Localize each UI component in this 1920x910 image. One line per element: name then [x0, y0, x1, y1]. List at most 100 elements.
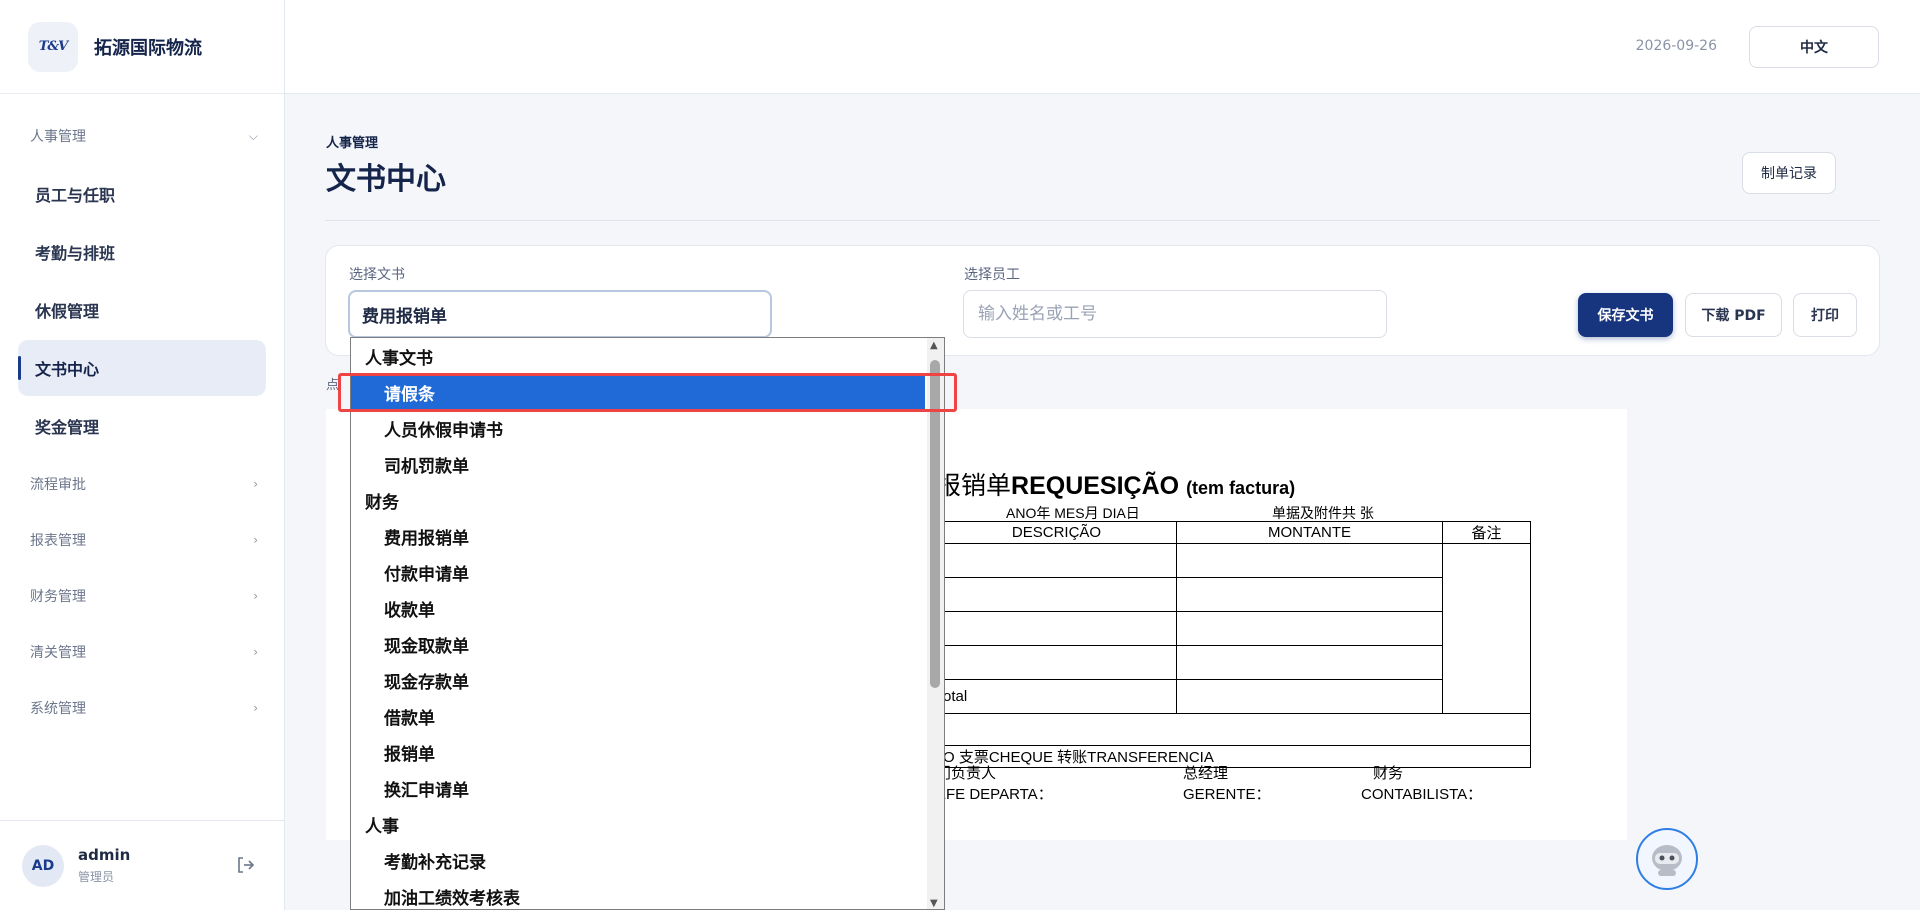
- document-select-label: 选择文书: [349, 267, 405, 283]
- table-row: [936, 577, 1531, 612]
- payment-method-line: O 支票CHEQUE 转账TRANSFERENCIA: [936, 745, 1531, 768]
- brand: T&V 拓源国际物流: [0, 0, 284, 94]
- divider: [325, 220, 1880, 221]
- signature-cn-finance: 财务: [1373, 765, 1404, 782]
- chevron-down-icon: ⌵: [248, 128, 258, 143]
- avatar: AD: [22, 844, 64, 887]
- document-title: 报销单REQUESIÇÃO (tem factura): [936, 466, 1295, 502]
- logout-icon[interactable]: [235, 855, 255, 875]
- signature-cn-dept: 门负责人: [936, 765, 997, 782]
- sidebar: T&V 拓源国际物流 人事管理 ⌵ 员工与任职 考勤与排班 休假管理 文书中心 …: [0, 0, 285, 910]
- sidebar-item-bonus[interactable]: 奖金管理: [18, 398, 266, 454]
- dropdown-option[interactable]: 收款单: [351, 590, 944, 626]
- print-button[interactable]: 打印: [1793, 293, 1857, 337]
- assistant-robot-button[interactable]: [1636, 828, 1698, 890]
- table-row: O 支票CHEQUE 转账TRANSFERENCIA: [936, 745, 1531, 768]
- document-table: DESCRIÇÃO MONTANTE 备注 otal O 支票CHEQUE 转账…: [936, 521, 1531, 768]
- user-panel: AD admin 管理员: [0, 820, 285, 910]
- sidebar-item-documents[interactable]: 文书中心: [18, 340, 266, 396]
- sidebar-item-label: 奖金管理: [35, 418, 100, 437]
- sidebar-item-label: 员工与任职: [35, 186, 116, 205]
- sidebar-group-finance[interactable]: 财务管理 ›: [0, 568, 284, 624]
- signature-cn-manager: 总经理: [1183, 765, 1229, 782]
- table-row: [936, 645, 1531, 680]
- table-row: [936, 713, 1531, 746]
- sidebar-item-label: 考勤与排班: [35, 244, 116, 263]
- sidebar-group-hr[interactable]: 人事管理 ⌵: [0, 108, 284, 164]
- chevron-right-icon: ›: [253, 533, 258, 547]
- table-row: otal: [936, 679, 1531, 714]
- sidebar-nav: 人事管理 ⌵ 员工与任职 考勤与排班 休假管理 文书中心 奖金管理 流程审批 ›…: [0, 94, 284, 736]
- dropdown-option[interactable]: 换汇申请单: [351, 770, 944, 806]
- document-title-pt: REQUESIÇÃO: [1011, 472, 1180, 500]
- sidebar-item-leave[interactable]: 休假管理: [18, 282, 266, 338]
- sidebar-group-label: 流程审批: [30, 477, 86, 493]
- dropdown-option[interactable]: 付款申请单: [351, 554, 944, 590]
- dropdown-group-hr: 人事: [365, 816, 399, 837]
- brand-name: 拓源国际物流: [94, 37, 202, 59]
- signature-pt-finance: CONTABILISTA：: [1361, 786, 1483, 803]
- page-title: 文书中心: [326, 162, 446, 197]
- dropdown-option[interactable]: 司机罚款单: [351, 446, 944, 482]
- dropdown-option[interactable]: 考勤补充记录: [351, 842, 944, 878]
- user-info: admin 管理员: [78, 846, 130, 885]
- scroll-up-icon[interactable]: ▲: [930, 340, 938, 351]
- employee-input-label: 选择员工: [964, 267, 1020, 283]
- dropdown-scrollbar[interactable]: ▲ ▼: [927, 338, 944, 909]
- scroll-down-icon[interactable]: ▼: [930, 898, 938, 909]
- chevron-right-icon: ›: [253, 701, 258, 715]
- sidebar-item-employees[interactable]: 员工与任职: [18, 166, 266, 222]
- dropdown-option[interactable]: 人员休假申请书: [351, 410, 944, 446]
- sidebar-group-reports[interactable]: 报表管理 ›: [0, 512, 284, 568]
- employee-search-input[interactable]: [963, 290, 1387, 338]
- document-title-cn: 报销单: [936, 472, 1012, 500]
- save-document-button[interactable]: 保存文书: [1578, 293, 1673, 337]
- selection-highlight-box: [338, 373, 957, 412]
- language-button[interactable]: 中文: [1749, 26, 1879, 68]
- document-type-dropdown[interactable]: 人事文书 请假条 人员休假申请书 司机罚款单 财务 费用报销单 付款申请单 收款…: [350, 337, 945, 910]
- sidebar-group-system[interactable]: 系统管理 ›: [0, 680, 284, 736]
- sidebar-group-label: 人事管理: [30, 129, 86, 145]
- dropdown-option[interactable]: 现金取款单: [351, 626, 944, 662]
- table-row: [936, 543, 1531, 714]
- chevron-right-icon: ›: [253, 477, 258, 491]
- signature-pt-dept: EFE DEPARTA：: [936, 786, 1053, 803]
- table-header-description: DESCRIÇÃO: [936, 521, 1177, 544]
- dropdown-option[interactable]: 费用报销单: [351, 518, 944, 554]
- chevron-right-icon: ›: [253, 589, 258, 603]
- document-title-note: (tem factura): [1186, 478, 1296, 498]
- sidebar-item-label: 文书中心: [35, 360, 100, 379]
- sidebar-group-label: 财务管理: [30, 589, 86, 605]
- sidebar-group-label: 系统管理: [30, 701, 86, 717]
- dropdown-group-finance: 财务: [365, 492, 399, 513]
- sidebar-item-label: 休假管理: [35, 302, 100, 321]
- robot-icon: [1652, 845, 1682, 876]
- dropdown-option[interactable]: 现金存款单: [351, 662, 944, 698]
- user-role: 管理员: [78, 870, 115, 884]
- current-date: 2026-09-26: [1635, 38, 1717, 54]
- sidebar-group-label: 清关管理: [30, 645, 86, 661]
- user-name: admin: [78, 846, 131, 864]
- sidebar-group-customs[interactable]: 清关管理 ›: [0, 624, 284, 680]
- document-date-line: ANO年 MES月 DIA日: [1006, 505, 1140, 521]
- chevron-right-icon: ›: [253, 645, 258, 659]
- brand-logo: T&V: [28, 21, 78, 72]
- record-history-button[interactable]: 制单记录: [1742, 152, 1836, 194]
- table-total-label: otal: [936, 679, 1177, 714]
- logo-text: T&V: [38, 39, 68, 54]
- sidebar-item-attendance[interactable]: 考勤与排班: [18, 224, 266, 280]
- document-attachment-line: 单据及附件共 张: [1272, 505, 1374, 521]
- dropdown-option[interactable]: 借款单: [351, 698, 944, 734]
- signature-pt-manager: GERENTE：: [1183, 786, 1271, 803]
- breadcrumb: 人事管理: [326, 136, 379, 151]
- dropdown-option[interactable]: 加油工绩效考核表: [351, 878, 944, 909]
- dropdown-group-hr-docs: 人事文书: [365, 348, 433, 369]
- table-header-note: 备注: [1442, 521, 1531, 544]
- sidebar-group-workflow[interactable]: 流程审批 ›: [0, 456, 284, 512]
- dropdown-option[interactable]: 报销单: [351, 734, 944, 770]
- download-pdf-button[interactable]: 下载 PDF: [1685, 293, 1782, 337]
- sidebar-group-label: 报表管理: [30, 533, 86, 549]
- table-row: [936, 611, 1531, 646]
- document-select[interactable]: 费用报销单: [348, 290, 772, 338]
- topbar: 2026-09-26 中文: [285, 0, 1920, 94]
